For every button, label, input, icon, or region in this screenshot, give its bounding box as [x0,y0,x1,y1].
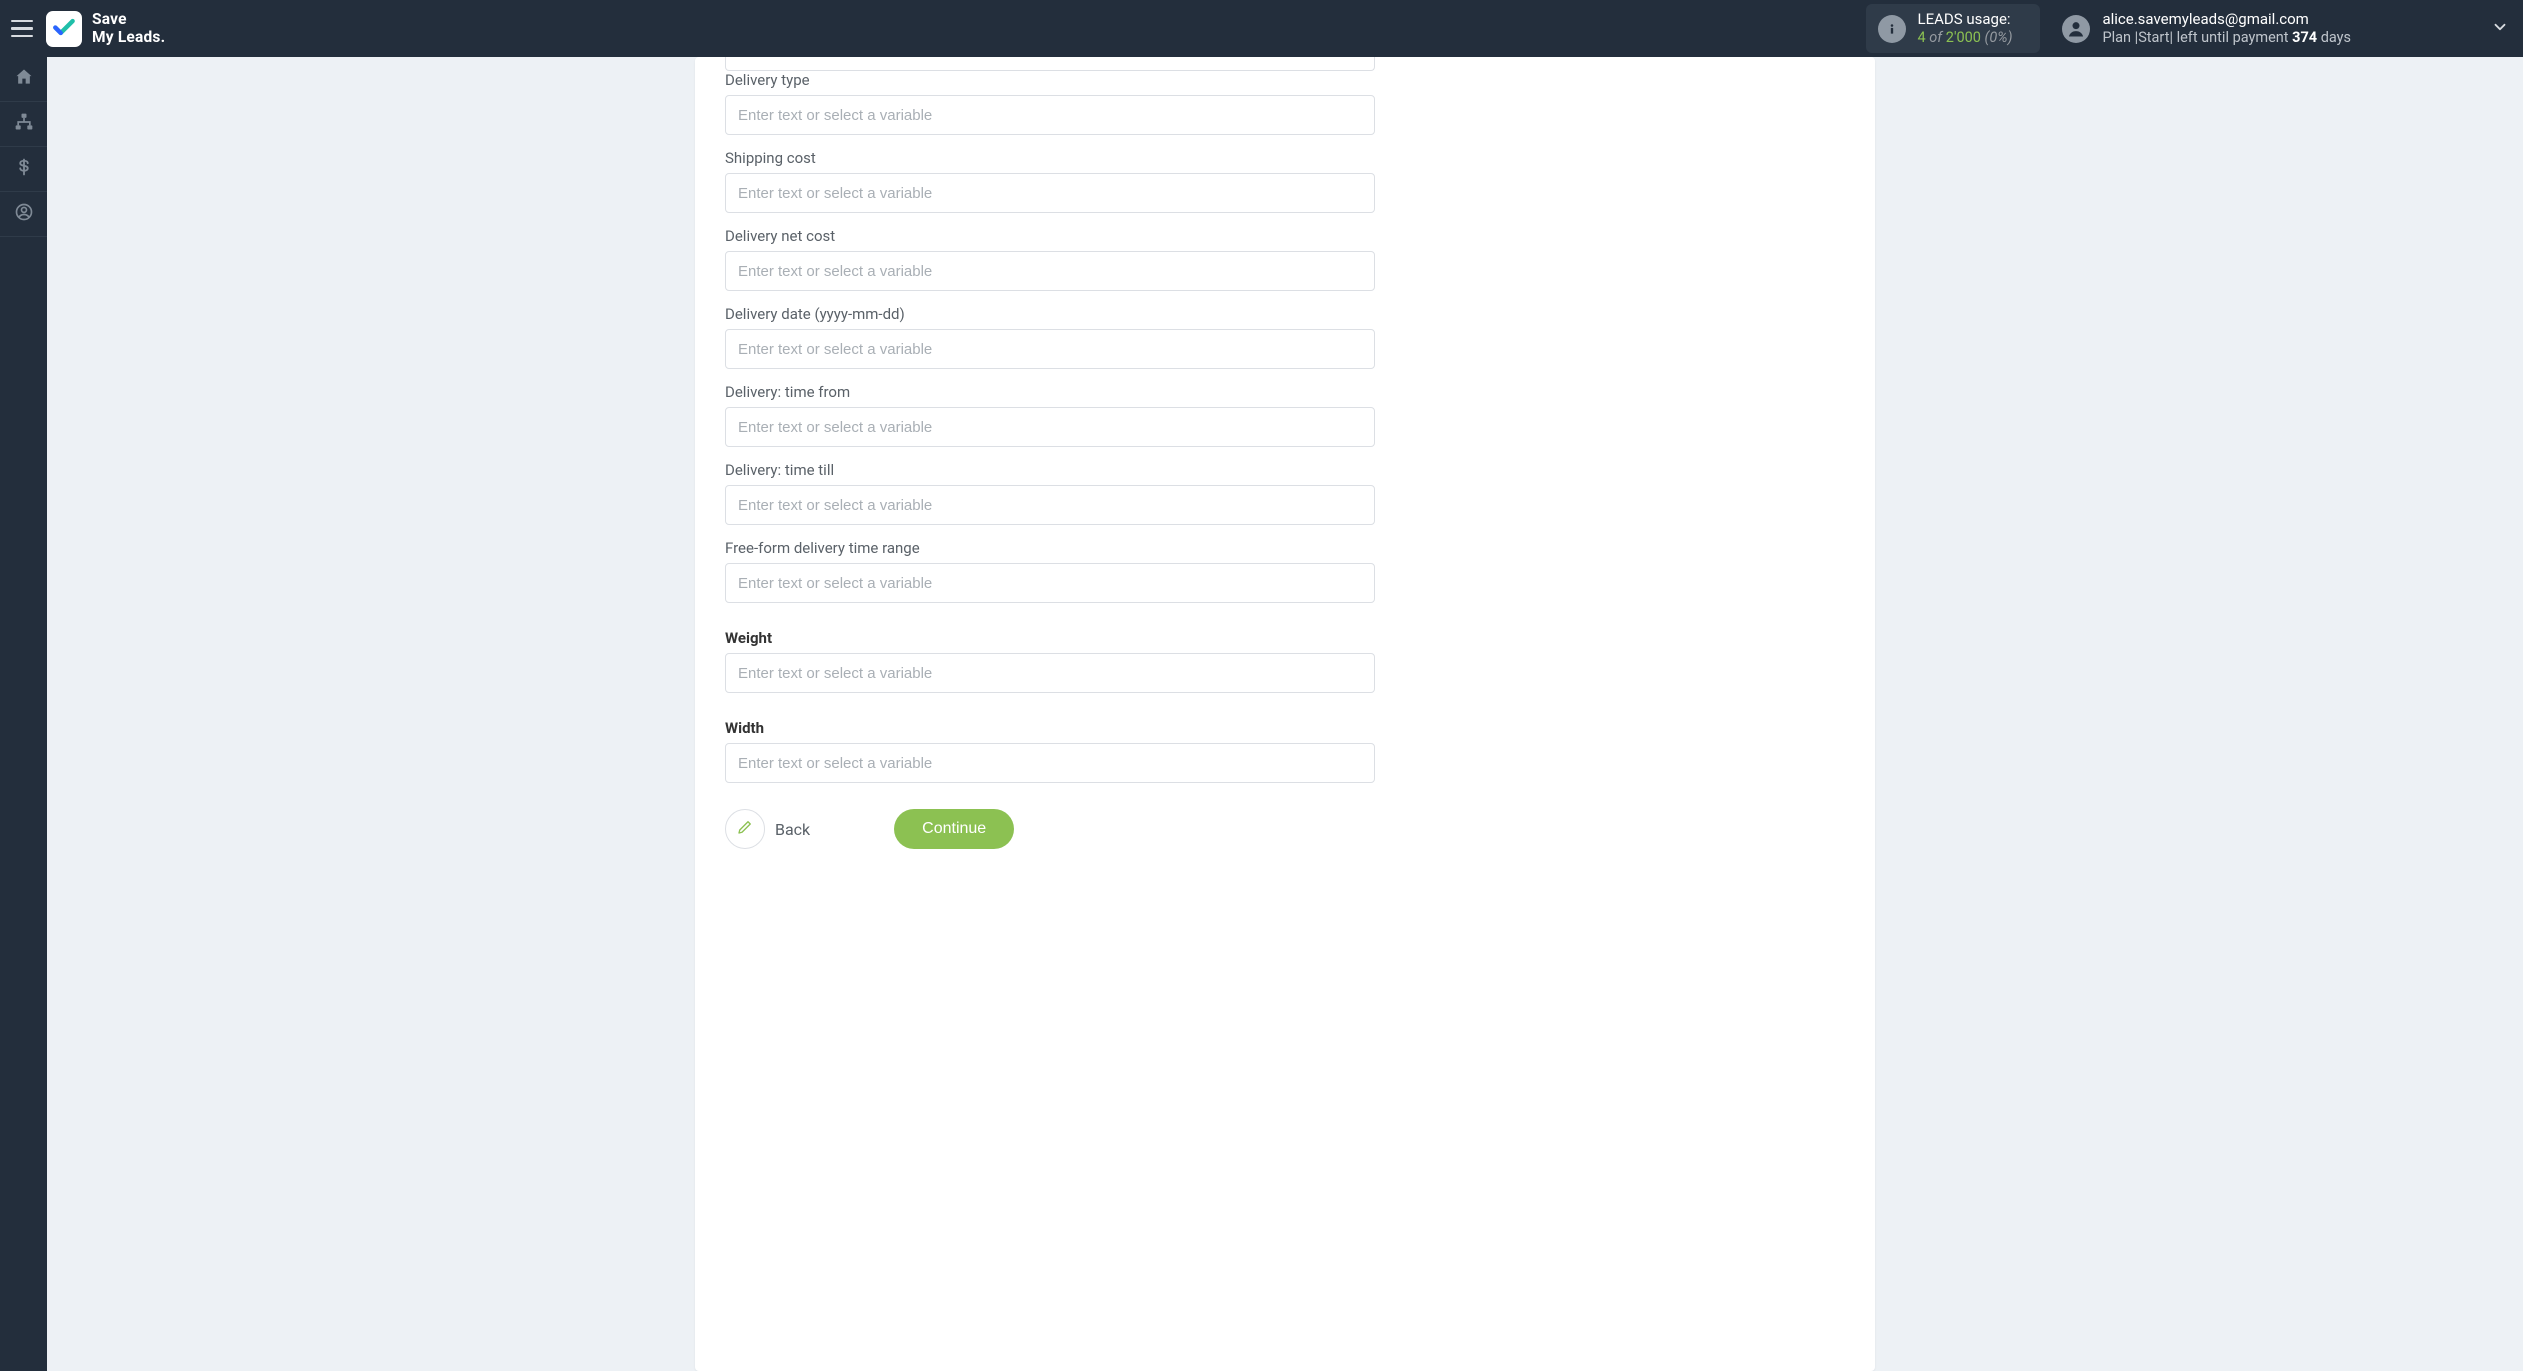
home-icon [14,67,34,91]
sidenav [0,57,47,1371]
usage-label: LEADS usage: [1918,10,2013,29]
nav-billing[interactable] [0,147,47,192]
usage-of: of [1929,29,1942,46]
user-avatar-icon [2062,15,2090,43]
menu-toggle[interactable] [10,17,34,41]
checkmark-icon [51,14,77,44]
back-label: Back [775,820,810,839]
sitemap-icon [14,112,34,136]
dollar-icon [14,157,34,181]
usage-pct: (0%) [1985,29,2013,46]
field-input[interactable] [725,743,1375,783]
field-input[interactable] [725,563,1375,603]
field-label: Width [725,719,1845,737]
field-label: Delivery: time till [725,461,1845,479]
usage-values: 4 of 2'000 (0%) [1918,29,2013,47]
field: Delivery: time till [725,461,1845,525]
main-area: Delivery type Shipping cost Delivery net c… [47,57,2523,1371]
field-label: Weight [725,629,1845,647]
field-label: Delivery net cost [725,227,1845,245]
user-widget[interactable]: alice.savemyleads@gmail.com Plan |Start|… [2062,10,2351,47]
field-label: Delivery: time from [725,383,1845,401]
usage-current: 4 [1918,29,1926,46]
back-button[interactable]: Back [725,809,810,849]
field-input[interactable] [725,95,1375,135]
usage-text: LEADS usage: 4 of 2'000 (0%) [1918,10,2013,47]
action-row: Back Continue [725,809,1845,849]
field: Delivery: time from [725,383,1845,447]
field-input[interactable] [725,329,1375,369]
nav-integrations[interactable] [0,102,47,147]
field: Weight [725,629,1845,693]
field-input[interactable] [725,407,1375,447]
usage-widget[interactable]: LEADS usage: 4 of 2'000 (0%) [1866,4,2041,53]
brand-line1: Save [92,11,165,29]
brand-line2: My Leads. [92,29,165,47]
user-email: alice.savemyleads@gmail.com [2102,10,2351,29]
nav-home[interactable] [0,57,47,102]
previous-input-cut[interactable] [725,57,1375,71]
pencil-icon [736,818,754,840]
brand-logo[interactable] [46,11,82,47]
field: Delivery type [725,71,1845,135]
field-input[interactable] [725,173,1375,213]
info-icon [1878,15,1906,43]
back-circle [725,809,765,849]
layout: Delivery type Shipping cost Delivery net c… [0,57,2523,1371]
user-icon [14,202,34,226]
form-card: Delivery type Shipping cost Delivery net c… [695,57,1875,1371]
field: Free-form delivery time range [725,539,1845,603]
continue-button[interactable]: Continue [894,809,1014,849]
field-input[interactable] [725,653,1375,693]
topbar: Save My Leads. LEADS usage: 4 of 2'000 (… [0,0,2523,57]
field-input[interactable] [725,485,1375,525]
field-label: Free-form delivery time range [725,539,1845,557]
field: Width [725,719,1845,783]
field: Delivery date (yyyy-mm-dd) [725,305,1845,369]
field-label: Delivery date (yyyy-mm-dd) [725,305,1845,323]
user-plan: Plan |Start| left until payment 374 days [2102,29,2351,47]
field-label: Shipping cost [725,149,1845,167]
brand-text: Save My Leads. [92,11,165,47]
usage-limit: 2'000 [1946,29,1981,46]
chevron-down-icon[interactable] [2491,18,2509,40]
field: Delivery net cost [725,227,1845,291]
field-label: Delivery type [725,71,1845,89]
field-input[interactable] [725,251,1375,291]
nav-account[interactable] [0,192,47,237]
user-text: alice.savemyleads@gmail.com Plan |Start|… [2102,10,2351,47]
field: Shipping cost [725,149,1845,213]
